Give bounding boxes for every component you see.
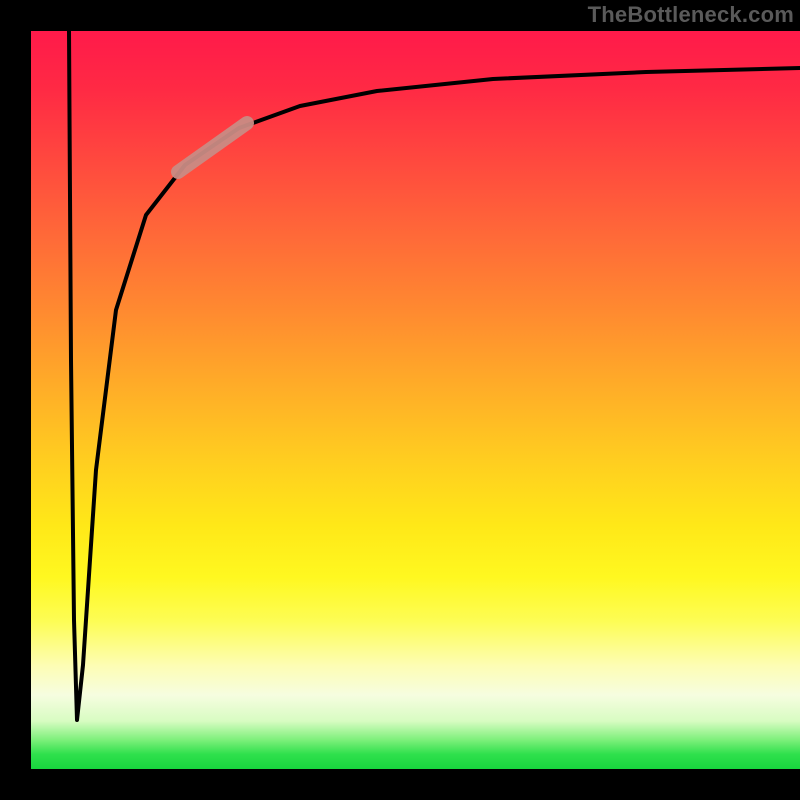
plot-area [31, 31, 800, 769]
watermark-text: TheBottleneck.com [588, 2, 794, 28]
chart-frame: TheBottleneck.com [0, 0, 800, 800]
